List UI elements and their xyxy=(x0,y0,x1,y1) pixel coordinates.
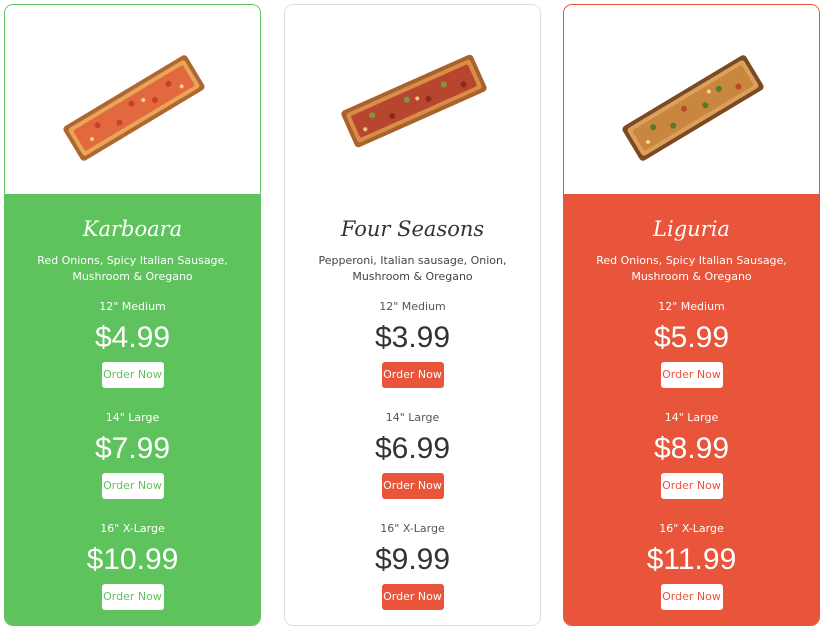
pizza-image xyxy=(340,54,487,148)
price: $6.99 xyxy=(374,432,451,465)
pizza-description: Red Onions, Spicy Italian Sausage, Mushr… xyxy=(37,254,228,283)
size-label: 14" Large xyxy=(664,411,719,424)
size-option: 12" Medium $4.99 Order Now xyxy=(5,300,260,388)
size-option: 16" X-Large $11.99 Order Now xyxy=(564,522,819,610)
price: $10.99 xyxy=(86,543,179,576)
pizza-name: Liguria xyxy=(653,217,730,241)
order-now-button[interactable]: Order Now xyxy=(660,584,723,610)
price: $5.99 xyxy=(653,321,730,354)
price: $3.99 xyxy=(374,321,451,354)
price: $9.99 xyxy=(374,543,451,576)
price: $7.99 xyxy=(94,432,171,465)
price: $8.99 xyxy=(653,432,730,465)
order-now-button[interactable]: Order Now xyxy=(101,584,164,610)
size-label: 14" Large xyxy=(105,411,160,424)
pizza-card-liguria: Liguria Red Onions, Spicy Italian Sausag… xyxy=(563,4,820,626)
order-now-button[interactable]: Order Now xyxy=(381,584,444,610)
price: $11.99 xyxy=(646,543,737,576)
card-body: Four Seasons Pepperoni, Italian sausage,… xyxy=(285,194,540,625)
pizza-card-karboara: Karboara Red Onions, Spicy Italian Sausa… xyxy=(4,4,261,626)
pizza-description: Pepperoni, Italian sausage, Onion, Mushr… xyxy=(318,254,507,283)
card-body: Liguria Red Onions, Spicy Italian Sausag… xyxy=(564,194,819,625)
order-now-button[interactable]: Order Now xyxy=(660,473,723,499)
pizza-image-area xyxy=(564,5,819,194)
pizza-menu: Karboara Red Onions, Spicy Italian Sausa… xyxy=(0,0,825,633)
size-label: 12" Medium xyxy=(658,300,725,313)
order-now-button[interactable]: Order Now xyxy=(381,362,444,388)
size-label: 16" X-Large xyxy=(100,522,165,535)
price: $4.99 xyxy=(94,321,171,354)
size-option: 14" Large $8.99 Order Now xyxy=(564,411,819,499)
order-now-button[interactable]: Order Now xyxy=(101,473,164,499)
pizza-image-area xyxy=(5,5,260,194)
size-label: 16" X-Large xyxy=(380,522,445,535)
size-option: 12" Medium $3.99 Order Now xyxy=(285,300,540,388)
size-option: 16" X-Large $10.99 Order Now xyxy=(5,522,260,610)
size-option: 14" Large $6.99 Order Now xyxy=(285,411,540,499)
order-now-button[interactable]: Order Now xyxy=(381,473,444,499)
size-label: 16" X-Large xyxy=(659,522,724,535)
size-option: 14" Large $7.99 Order Now xyxy=(5,411,260,499)
pizza-image-area xyxy=(285,5,540,194)
size-option: 16" X-Large $9.99 Order Now xyxy=(285,522,540,610)
pizza-description: Red Onions, Spicy Italian Sausage, Mushr… xyxy=(596,254,787,283)
order-now-button[interactable]: Order Now xyxy=(101,362,164,388)
pizza-name: Four Seasons xyxy=(340,217,485,241)
order-now-button[interactable]: Order Now xyxy=(660,362,723,388)
pizza-image xyxy=(62,55,205,161)
pizza-name: Karboara xyxy=(82,217,183,241)
size-option: 12" Medium $5.99 Order Now xyxy=(564,300,819,388)
pizza-image xyxy=(621,55,764,161)
size-label: 14" Large xyxy=(385,411,440,424)
card-body: Karboara Red Onions, Spicy Italian Sausa… xyxy=(5,194,260,625)
size-label: 12" Medium xyxy=(379,300,446,313)
pizza-card-four-seasons: Four Seasons Pepperoni, Italian sausage,… xyxy=(284,4,541,626)
size-label: 12" Medium xyxy=(99,300,166,313)
